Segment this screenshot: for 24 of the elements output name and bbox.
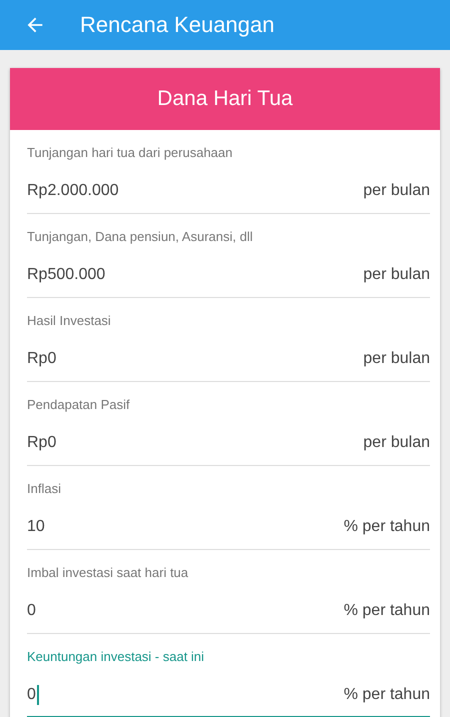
- field-label: Imbal investasi saat hari tua: [27, 565, 190, 582]
- field-label: Inflasi: [27, 481, 62, 498]
- unit-label: per bulan: [363, 182, 430, 200]
- field-label: Tunjangan hari tua dari perusahaan: [27, 145, 234, 162]
- field-label: Tunjangan, Dana pensiun, Asuransi, dll: [27, 229, 254, 246]
- unit-label: % per tahun: [344, 686, 430, 704]
- unit-label: per bulan: [363, 266, 430, 284]
- unit-label: % per tahun: [344, 602, 430, 620]
- text-cursor: [36, 685, 39, 705]
- screen-title: Rencana Keuangan: [80, 12, 274, 38]
- field-label: Pendapatan Pasif: [27, 397, 131, 414]
- unit-label: per bulan: [363, 350, 430, 368]
- input-field[interactable]: 10: [27, 518, 45, 536]
- card-header: Dana Hari Tua: [10, 68, 440, 130]
- unit-label: per bulan: [363, 434, 430, 452]
- input-field[interactable]: Rp0: [27, 434, 56, 452]
- input-field[interactable]: Rp2.000.000: [27, 182, 119, 200]
- input-field[interactable]: 0: [27, 686, 36, 704]
- field-label: Keuntungan investasi - saat ini: [27, 649, 206, 666]
- unit-label: % per tahun: [344, 518, 430, 536]
- input-field[interactable]: 0: [27, 602, 36, 620]
- field-label: Hasil Investasi: [27, 313, 112, 330]
- input-field[interactable]: Rp500.000: [27, 266, 106, 284]
- input-field[interactable]: Rp0: [27, 350, 56, 368]
